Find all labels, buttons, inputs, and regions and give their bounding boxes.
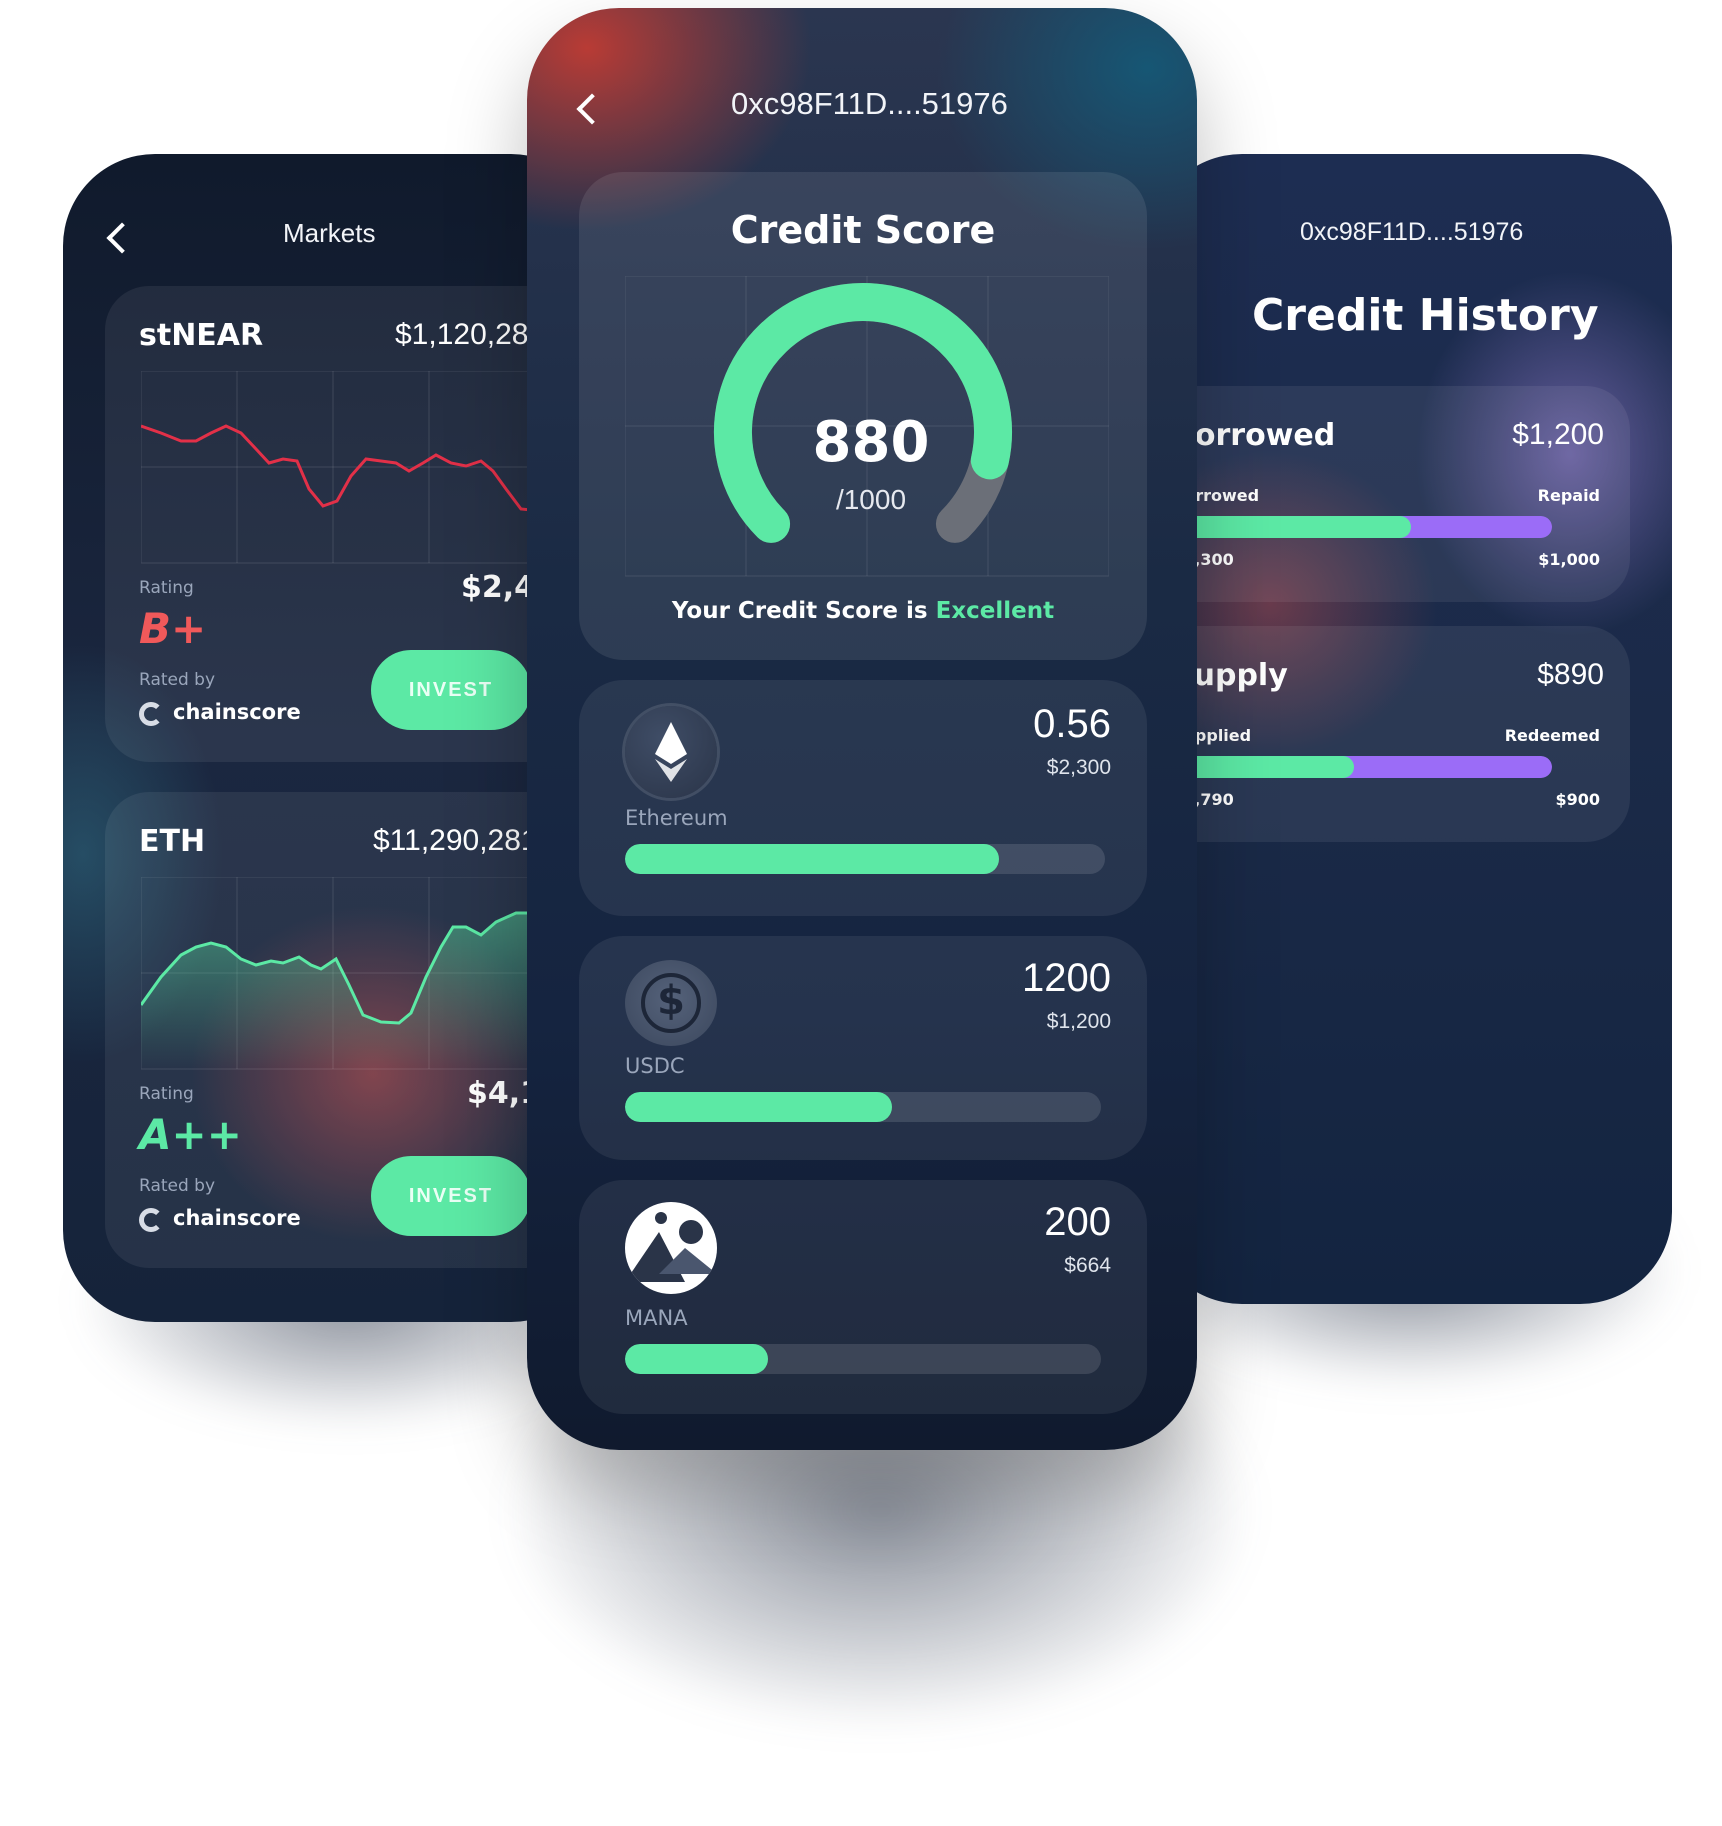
asset-name: Ethereum [625, 806, 728, 830]
market-value: $2,4 [461, 570, 536, 605]
asset-usd: $2,300 [1046, 756, 1111, 779]
card-amount: $890 [1537, 658, 1604, 691]
split-bar [1172, 516, 1552, 538]
asset-card-mana[interactable]: 200 $664 MANA [579, 1180, 1147, 1414]
history-card-borrowed: Borrowed $1,200 Borrowed Repaid $2,300 $… [1150, 386, 1630, 602]
split-bar [1172, 756, 1552, 778]
caption-status: Excellent [935, 598, 1055, 624]
rated-by-label: Rated by [139, 670, 216, 690]
asset-usd: $1,200 [1046, 1010, 1111, 1033]
asset-amount: 200 [1044, 1200, 1111, 1244]
price-chart [141, 877, 541, 1070]
asset-progress [625, 844, 1105, 874]
asset-price: $1,120,281 [395, 318, 546, 351]
markets-screen: Markets stNEAR $1,120,281 Rating B+ $2,4… [63, 154, 603, 1322]
credit-score-value: 880 [812, 410, 930, 475]
rating-label: Rating [139, 1084, 194, 1104]
screen-title: Credit History [1252, 290, 1599, 341]
credit-history-screen: 0xc98F11D....51976 Credit History Borrow… [1150, 154, 1672, 1304]
asset-usd: $664 [1064, 1254, 1111, 1277]
asset-progress [625, 1344, 1101, 1374]
progress-fill [625, 844, 1000, 874]
score-caption: Your Credit Score is Excellent [579, 598, 1147, 624]
right-value: $1,000 [1538, 550, 1600, 569]
trend-line [141, 424, 541, 513]
card-title: Credit Score [730, 208, 996, 252]
wallet-address: 0xc98F11D....51976 [731, 86, 1008, 121]
asset-name: ETH [139, 824, 206, 859]
card-amount: $1,200 [1512, 418, 1604, 451]
asset-amount: 1200 [1022, 956, 1111, 1000]
progress-fill [625, 1092, 892, 1122]
rating-label: Rating [139, 578, 194, 598]
right-label: Redeemed [1504, 726, 1600, 745]
wallet-address: 0xc98F11D....51976 [1300, 218, 1524, 246]
credit-score-card: Credit Score 880 /1000 Your Credit Score… [579, 172, 1147, 660]
rater-name: chainscore [173, 700, 301, 724]
history-card-supply: Supply $890 Supplied Redeemed $1,790 $90… [1150, 626, 1630, 842]
asset-name: stNEAR [139, 318, 264, 353]
screen-title: Markets [283, 218, 376, 248]
invest-button[interactable]: INVEST [371, 650, 531, 730]
invest-button[interactable]: INVEST [371, 1156, 531, 1236]
rating-grade: A++ [139, 1110, 242, 1159]
credit-score-screen: 0xc98F11D....51976 Credit Score 880 /100… [527, 8, 1197, 1450]
usdc-icon: $ [625, 960, 717, 1046]
chainscore-logo-icon [139, 702, 163, 726]
price-chart [141, 371, 541, 564]
asset-card-usdc[interactable]: $ 1200 $1,200 USDC [579, 936, 1147, 1160]
asset-price: $11,290,281 [373, 824, 538, 857]
asset-name: USDC [625, 1054, 685, 1078]
back-chevron-icon[interactable] [106, 222, 138, 254]
asset-card-ethereum[interactable]: 0.56 $2,300 Ethereum [579, 680, 1147, 916]
rating-grade: B+ [139, 604, 207, 653]
back-chevron-icon[interactable] [576, 93, 608, 125]
caption-prefix: Your Credit Score is [671, 598, 928, 624]
progress-fill [625, 1344, 768, 1374]
ethereum-icon [625, 706, 717, 798]
credit-score-max: /1000 [835, 484, 907, 515]
rater-name: chainscore [173, 1206, 301, 1230]
right-label: Repaid [1537, 486, 1600, 505]
asset-amount: 0.56 [1033, 702, 1111, 746]
asset-name: MANA [625, 1306, 688, 1330]
chainscore-logo-icon [139, 1208, 163, 1232]
right-value: $900 [1555, 790, 1600, 809]
mana-icon [625, 1202, 717, 1294]
rated-by-label: Rated by [139, 1176, 216, 1196]
asset-progress [625, 1092, 1101, 1122]
